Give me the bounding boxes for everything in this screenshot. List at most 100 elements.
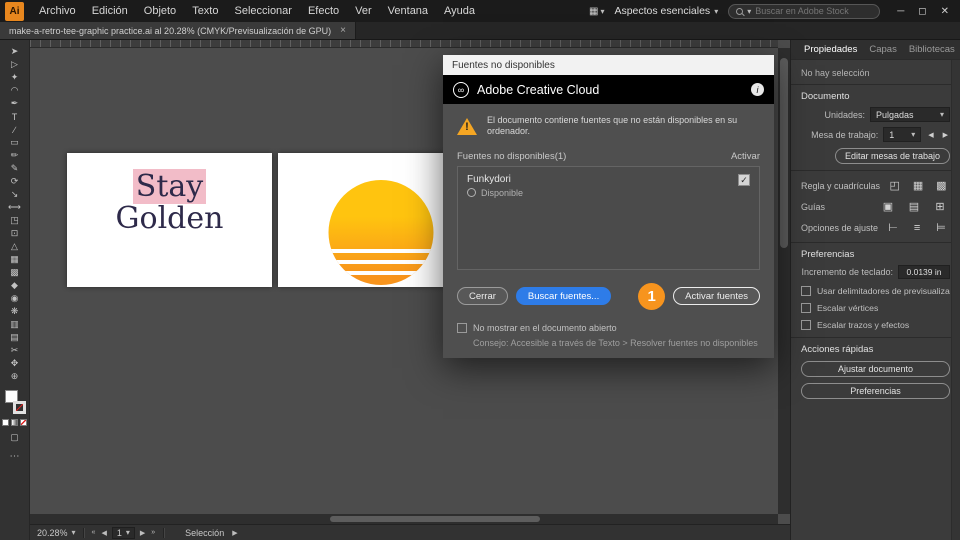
artboard-tool[interactable]: ▤ [3, 331, 27, 344]
blend-tool[interactable]: ◉ [3, 292, 27, 305]
scale-corners-checkbox-row[interactable]: Escalar vértices [801, 303, 950, 313]
color-mini-swatch[interactable] [2, 419, 9, 426]
preview-bounds-checkbox-row[interactable]: Usar delimitadores de previsualización [801, 286, 950, 296]
scale-strokes-checkbox-row[interactable]: Escalar trazos y efectos [801, 320, 950, 330]
next-artboard-icon[interactable]: ▶ [941, 131, 950, 139]
menu-ver[interactable]: Ver [347, 5, 380, 17]
menu-ayuda[interactable]: Ayuda [436, 5, 483, 17]
symbol-sprayer-tool[interactable]: ❋ [3, 305, 27, 318]
checkbox-icon[interactable] [801, 286, 811, 296]
transparency-grid-icon[interactable]: ▩ [933, 179, 950, 192]
menu-objeto[interactable]: Objeto [136, 5, 184, 17]
dont-show-checkbox-row[interactable]: No mostrar en el documento abierto [457, 322, 760, 333]
free-transform-tool[interactable]: ◳ [3, 214, 27, 227]
make-guides-icon[interactable]: ⊞ [930, 200, 950, 213]
eyedropper-tool[interactable]: ◆ [3, 279, 27, 292]
workspace-switcher[interactable]: Aspectos esenciales ▾ [614, 5, 718, 17]
previous-artboard-icon[interactable]: ◀ [100, 529, 107, 537]
find-fonts-button[interactable]: Buscar fuentes... [515, 287, 612, 305]
vertical-scrollbar-thumb[interactable] [780, 58, 788, 248]
dialog-titlebar[interactable]: Fuentes no disponibles [443, 55, 774, 75]
shape-builder-tool[interactable]: ⊡ [3, 227, 27, 240]
toolbar-overflow-icon[interactable]: ⋯ [10, 451, 20, 462]
font-list-item[interactable]: Funkydori Disponible ✓ [467, 173, 750, 198]
zoom-tool[interactable]: ⊕ [3, 370, 27, 383]
horizontal-scrollbar-thumb[interactable] [330, 516, 540, 522]
column-graph-tool[interactable]: ▥ [3, 318, 27, 331]
next-artboard-icon[interactable]: ▶ [139, 529, 146, 537]
show-guides-icon[interactable]: ▣ [878, 200, 898, 213]
panel-scrollbar[interactable] [951, 60, 960, 540]
units-dropdown[interactable]: Pulgadas ▾ [870, 107, 950, 122]
magic-wand-tool[interactable]: ✦ [3, 71, 27, 84]
checkbox-icon[interactable] [801, 320, 811, 330]
rotate-tool[interactable]: ⟳ [3, 175, 27, 188]
zoom-control[interactable]: 20.28% ▾ [37, 528, 76, 538]
tab-bibliotecas[interactable]: Bibliotecas [904, 44, 960, 55]
type-tool[interactable]: T [3, 110, 27, 123]
horizontal-scrollbar[interactable] [30, 514, 778, 524]
first-artboard-icon[interactable]: « [91, 529, 97, 536]
menu-efecto[interactable]: Efecto [300, 5, 347, 17]
last-artboard-icon[interactable]: » [150, 529, 156, 536]
restore-icon[interactable]: ◻ [911, 6, 933, 17]
selection-tool[interactable]: ➤ [3, 45, 27, 58]
checkbox-icon[interactable] [457, 322, 467, 333]
close-button[interactable]: Cerrar [457, 287, 508, 305]
snap-grid-icon[interactable]: ⊢ [884, 221, 902, 234]
width-tool[interactable]: ⟷ [3, 201, 27, 214]
hand-tool[interactable]: ✥ [3, 357, 27, 370]
tab-propiedades[interactable]: Propiedades [799, 44, 862, 55]
paintbrush-tool[interactable]: ✏ [3, 149, 27, 162]
snap-pixel-icon[interactable]: ≡ [908, 222, 926, 234]
arrange-documents-button[interactable]: ▦ ▾ [589, 6, 604, 17]
chevron-down-icon: ▾ [714, 6, 719, 16]
draw-mode-icon[interactable]: ▢ [10, 432, 19, 443]
lasso-tool[interactable]: ◠ [3, 84, 27, 97]
snap-point-icon[interactable]: ⊨ [932, 221, 950, 234]
activate-font-checkbox[interactable]: ✓ [738, 173, 750, 186]
ruler-toggle-icon[interactable]: ◰ [886, 179, 903, 192]
status-menu-icon[interactable]: ▶ [231, 529, 238, 537]
fit-document-button[interactable]: Ajustar documento [801, 361, 950, 377]
rectangle-tool[interactable]: ▭ [3, 136, 27, 149]
pen-tool[interactable]: ✒ [3, 97, 27, 110]
menu-archivo[interactable]: Archivo [31, 5, 84, 17]
scale-tool[interactable]: ↘ [3, 188, 27, 201]
grid-toggle-icon[interactable]: ▦ [909, 179, 926, 192]
edit-artboards-button[interactable]: Editar mesas de trabajo [834, 148, 950, 164]
activate-fonts-button[interactable]: Activar fuentes [673, 287, 760, 305]
menu-edicion[interactable]: Edición [84, 5, 136, 17]
slice-tool[interactable]: ✂ [3, 344, 27, 357]
direct-selection-tool[interactable]: ▷ [3, 58, 27, 71]
mesh-tool[interactable]: ▦ [3, 253, 27, 266]
lock-guides-icon[interactable]: ▤ [904, 200, 924, 213]
close-icon[interactable]: ✕ [934, 6, 956, 17]
tab-capas[interactable]: Capas [864, 44, 901, 55]
vertical-scrollbar[interactable] [778, 48, 790, 514]
menu-seleccionar[interactable]: Seleccionar [226, 5, 299, 17]
line-segment-tool[interactable]: ∕ [3, 123, 27, 136]
gradient-mini-swatch[interactable] [11, 419, 18, 426]
perspective-grid-tool[interactable]: △ [3, 240, 27, 253]
document-tabbar: make-a-retro-tee-graphic practice.ai al … [0, 22, 960, 40]
checkbox-icon[interactable] [801, 303, 811, 313]
tab-close-icon[interactable]: × [340, 25, 346, 36]
artboard-number-dropdown[interactable]: 1 ▾ [111, 526, 135, 539]
menu-ventana[interactable]: Ventana [380, 5, 436, 17]
preferences-button[interactable]: Preferencias [801, 383, 950, 399]
adobe-stock-search[interactable]: ▾ [728, 3, 881, 19]
keyboard-increment-field[interactable]: 0.0139 in [898, 265, 950, 279]
gradient-tool[interactable]: ▩ [3, 266, 27, 279]
none-mini-swatch[interactable] [20, 419, 27, 426]
previous-artboard-icon[interactable]: ◀ [926, 131, 935, 139]
menu-texto[interactable]: Texto [184, 5, 226, 17]
artboard-dropdown[interactable]: 1 ▾ [883, 127, 922, 142]
search-input[interactable] [755, 6, 873, 16]
info-icon[interactable]: i [751, 83, 764, 96]
minimize-icon[interactable]: ─ [890, 6, 911, 17]
stroke-swatch[interactable] [12, 401, 26, 414]
artboard-1[interactable]: Stay Golden [67, 153, 272, 287]
pencil-tool[interactable]: ✎ [3, 162, 27, 175]
document-tab[interactable]: make-a-retro-tee-graphic practice.ai al … [0, 22, 356, 39]
